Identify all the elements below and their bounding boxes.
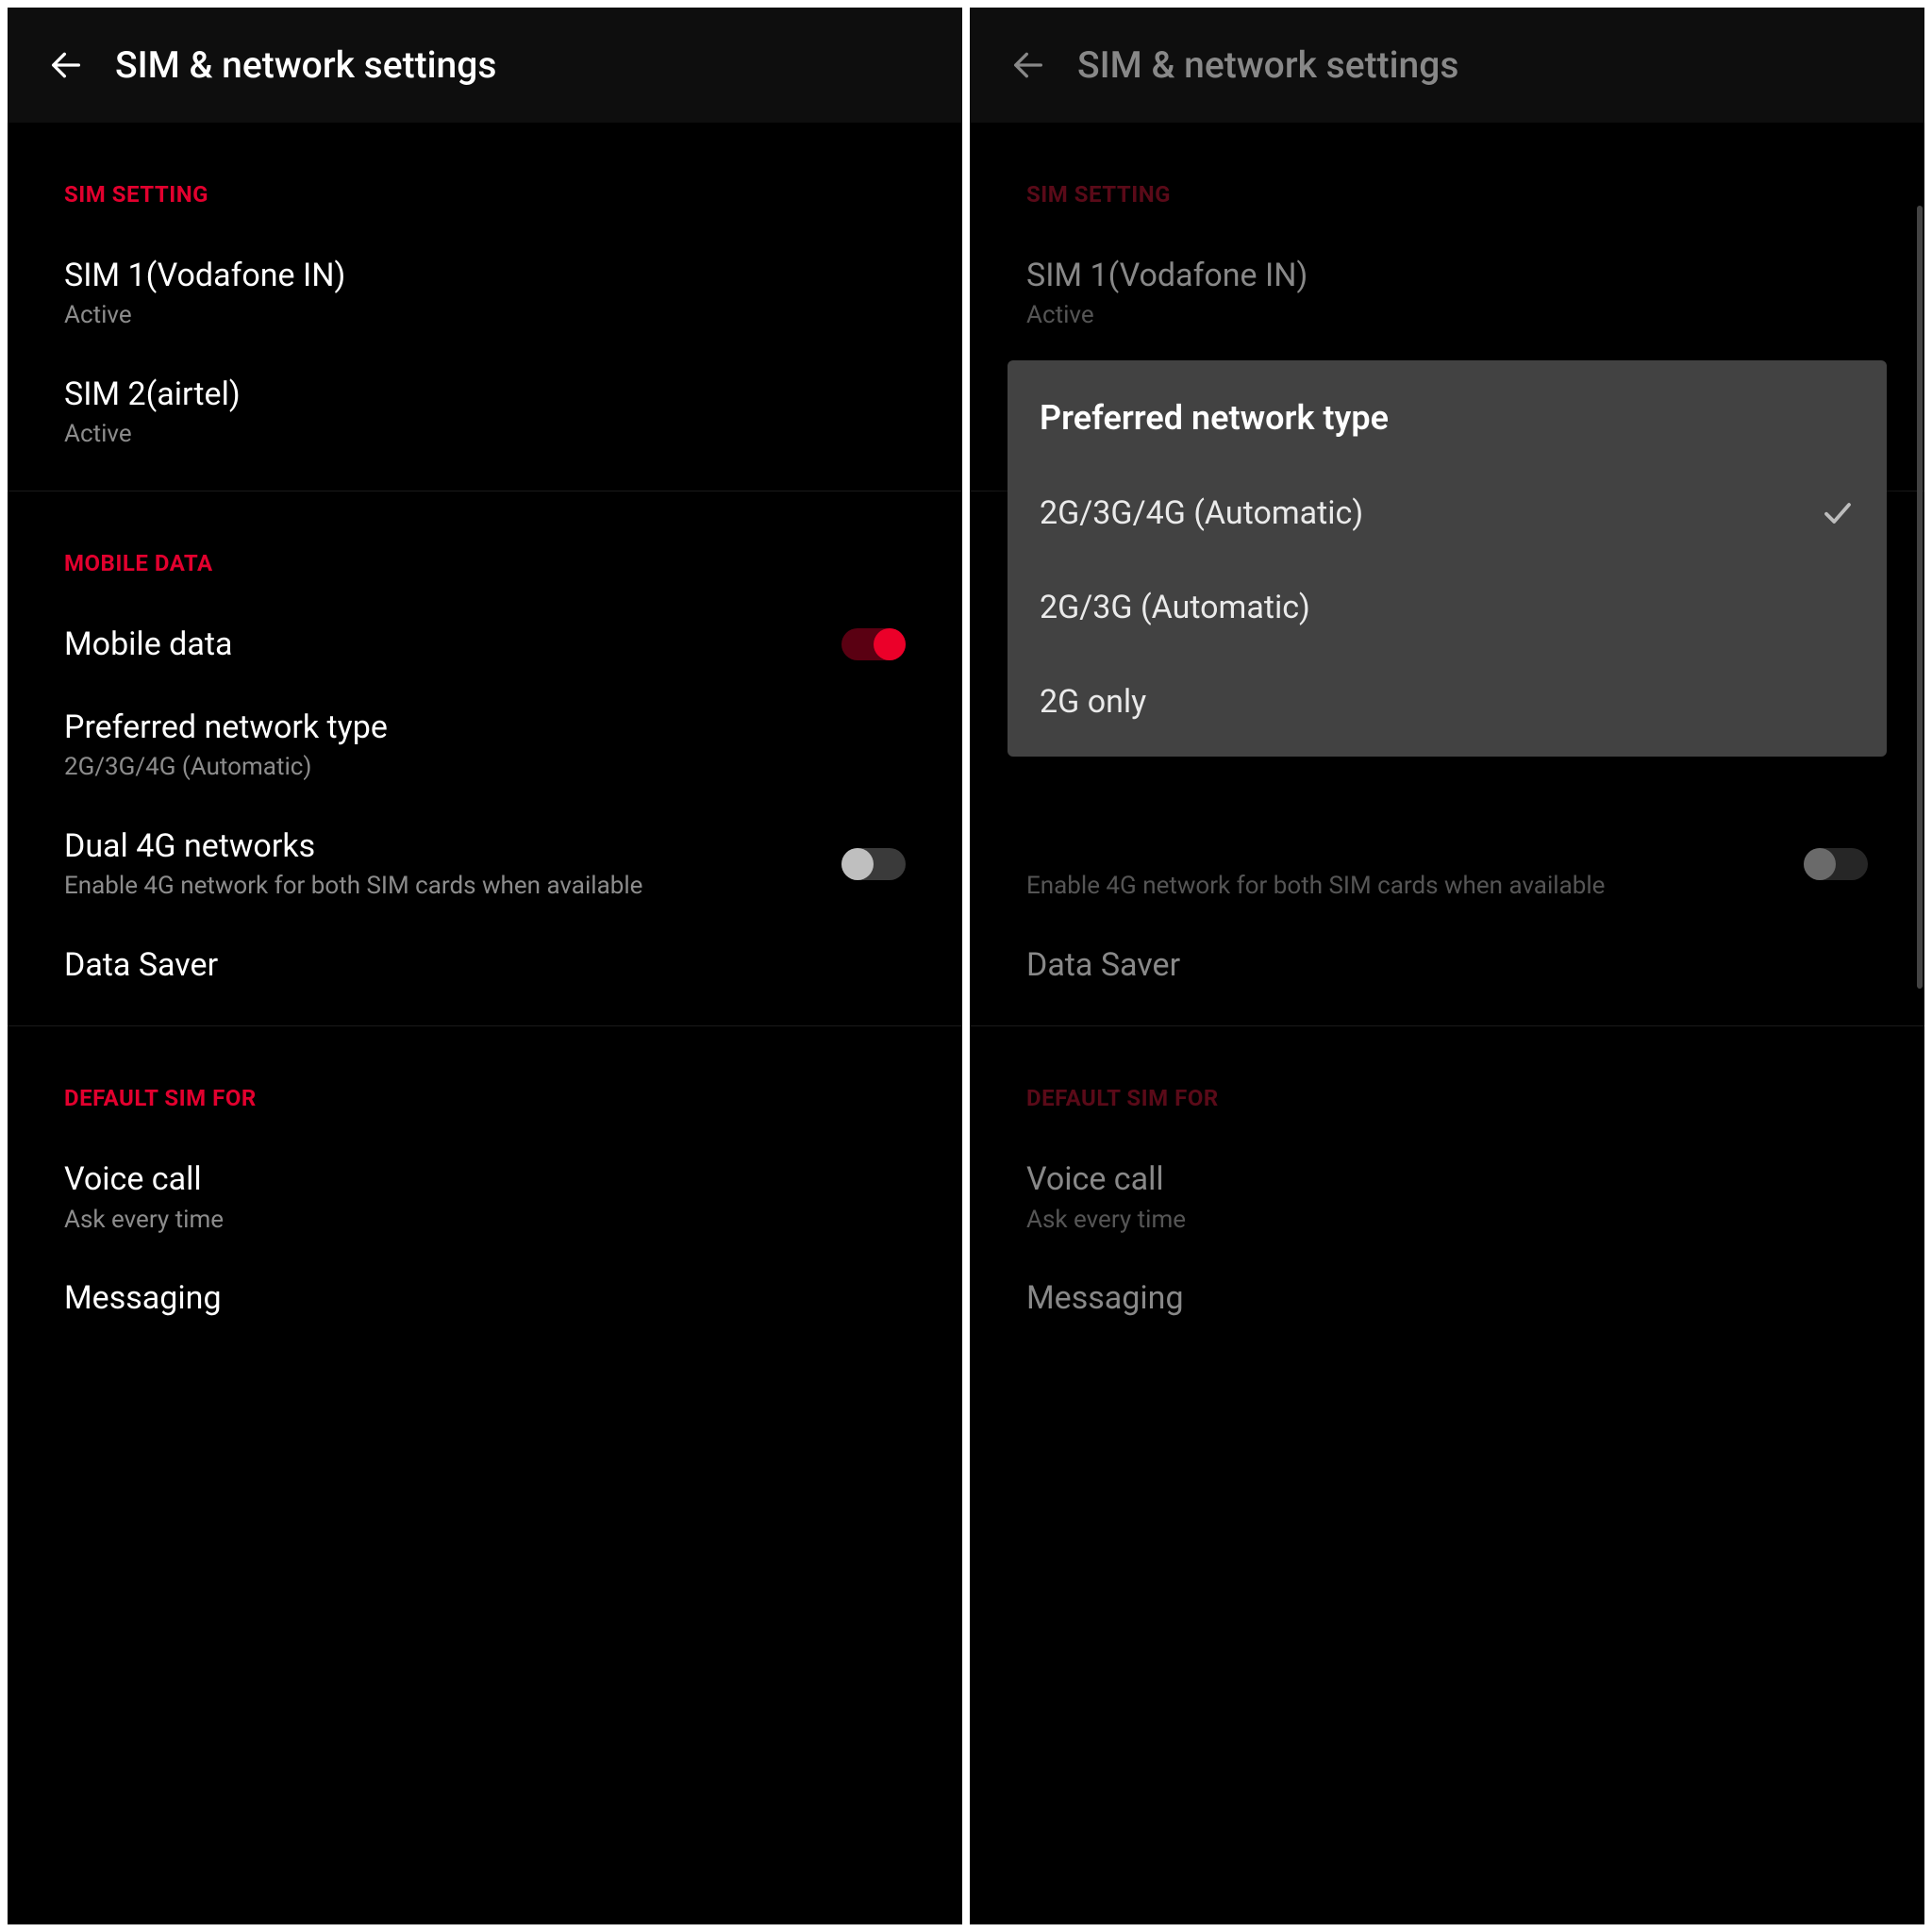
sim1-status: Active (64, 300, 906, 332)
mobile-data-toggle[interactable] (841, 628, 906, 660)
dual-4g-title: Dual 4G networks (64, 825, 823, 867)
dual-4g-toggle (1804, 848, 1868, 880)
voice-call-sub: Ask every time (1026, 1205, 1868, 1237)
data-saver-label: Data Saver (1026, 944, 1868, 986)
messaging-label: Messaging (1026, 1277, 1868, 1319)
sim1-title: SIM 1(Vodafone IN) (1026, 255, 1868, 296)
section-header-mobile-data: MOBILE DATA (8, 491, 962, 603)
section-header-sim: SIM SETTING (970, 123, 1924, 234)
messaging-item: Messaging (970, 1257, 1924, 1340)
dialog-option-label: 2G/3G (Automatic) (1040, 589, 1310, 626)
mobile-data-item[interactable]: Mobile data (8, 603, 962, 686)
data-saver-item: Data Saver (970, 924, 1924, 1007)
voice-call-sub: Ask every time (64, 1205, 906, 1237)
scrollbar[interactable] (1917, 206, 1923, 989)
voice-call-item: Voice call Ask every time (970, 1138, 1924, 1257)
voice-call-item[interactable]: Voice call Ask every time (8, 1138, 962, 1257)
page-title: SIM & network settings (115, 43, 496, 87)
preferred-network-dialog: Preferred network type 2G/3G/4G (Automat… (1008, 360, 1887, 757)
settings-screen-right: SIM & network settings SIM SETTING SIM 1… (970, 8, 1924, 1924)
data-saver-item[interactable]: Data Saver (8, 924, 962, 1007)
preferred-network-item[interactable]: Preferred network type 2G/3G/4G (Automat… (8, 686, 962, 805)
voice-call-title: Voice call (64, 1158, 906, 1200)
section-header-default-sim: DEFAULT SIM FOR (970, 1026, 1924, 1138)
back-icon[interactable] (1008, 44, 1049, 86)
mobile-data-label: Mobile data (64, 624, 823, 665)
sim2-status: Active (64, 419, 906, 451)
dual-4g-sub: Enable 4G network for both SIM cards whe… (1026, 871, 1785, 903)
sim1-title: SIM 1(Vodafone IN) (64, 255, 906, 296)
check-icon (1821, 496, 1855, 530)
data-saver-label: Data Saver (64, 944, 906, 986)
sim1-item[interactable]: SIM 1(Vodafone IN) Active (8, 234, 962, 353)
dual-4g-sub: Enable 4G network for both SIM cards whe… (64, 871, 823, 903)
settings-screen-left: SIM & network settings SIM SETTING SIM 1… (8, 8, 962, 1924)
app-bar: SIM & network settings (970, 8, 1924, 123)
preferred-network-sub: 2G/3G/4G (Automatic) (64, 752, 906, 784)
sim2-title: SIM 2(airtel) (64, 374, 906, 415)
dialog-option-2g3g[interactable]: 2G/3G (Automatic) (1008, 560, 1887, 655)
page-title: SIM & network settings (1077, 43, 1458, 87)
messaging-item[interactable]: Messaging (8, 1257, 962, 1340)
dialog-option-label: 2G only (1040, 683, 1146, 721)
sim2-item[interactable]: SIM 2(airtel) Active (8, 353, 962, 472)
sim1-status: Active (1026, 300, 1868, 332)
sim1-item: SIM 1(Vodafone IN) Active (970, 234, 1924, 353)
back-icon[interactable] (45, 44, 87, 86)
section-header-default-sim: DEFAULT SIM FOR (8, 1026, 962, 1138)
dual-4g-item[interactable]: Dual 4G networks Enable 4G network for b… (8, 805, 962, 924)
content: SIM SETTING SIM 1(Vodafone IN) Active SI… (8, 123, 962, 1340)
messaging-label: Messaging (64, 1277, 906, 1319)
preferred-network-title: Preferred network type (64, 707, 906, 748)
dual-4g-toggle[interactable] (841, 848, 906, 880)
dual-4g-item: Dual 4G networks Enable 4G network for b… (970, 805, 1924, 924)
voice-call-title: Voice call (1026, 1158, 1868, 1200)
dialog-option-label: 2G/3G/4G (Automatic) (1040, 494, 1363, 532)
dialog-option-2g3g4g[interactable]: 2G/3G/4G (Automatic) (1008, 466, 1887, 560)
dialog-option-2gonly[interactable]: 2G only (1008, 655, 1887, 749)
dialog-title: Preferred network type (1008, 360, 1887, 466)
section-header-sim: SIM SETTING (8, 123, 962, 234)
app-bar: SIM & network settings (8, 8, 962, 123)
